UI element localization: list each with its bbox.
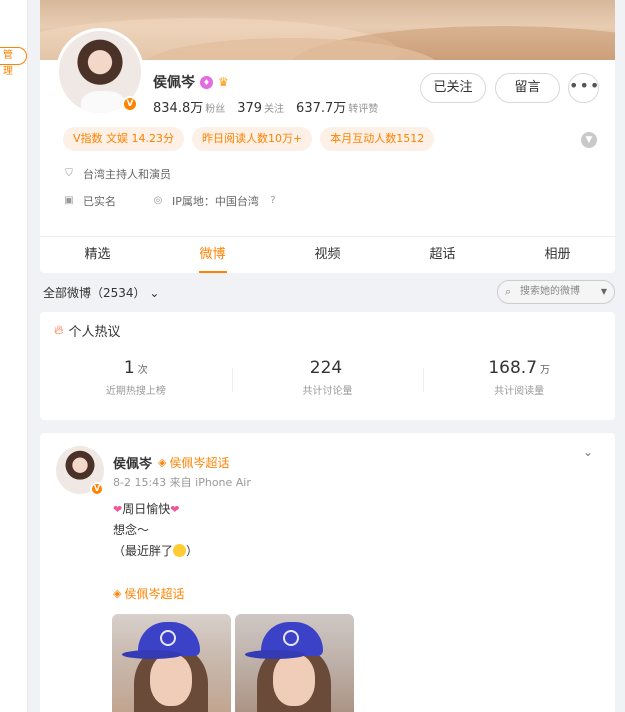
dropdown-arrow-icon[interactable]: ▼ [601,281,607,303]
chaohua-link[interactable]: ◈ 侯佩岑超话 [158,454,229,471]
verified-text: 已实名 [83,195,116,208]
scrollbar[interactable] [615,0,625,712]
chevron-down-icon[interactable]: ⌄ [583,445,593,459]
tab-featured[interactable]: 精选 [40,237,155,273]
help-icon[interactable]: ? [267,195,279,207]
weibo-post: V 侯佩岑 ◈ 侯佩岑超话 8-2 15:43 来自 iPhone Air ⌄ … [40,433,615,712]
stat-fans[interactable]: 834.8万 粉丝 [153,97,225,116]
manage-tag[interactable]: 管理 [0,47,27,77]
profile-pills: V指数 文娱 14.23分 昨日阅读人数10万+ 本月互动人数1512 [63,127,435,151]
left-sidebar: 管理 [0,0,28,712]
emoji-icon [173,544,187,557]
profile-tabs: 精选 微博 视频 超话 相册 [40,236,615,273]
topic-link[interactable]: ◈ 侯佩岑超话 [113,585,184,602]
diamond-icon: ◈ [158,456,167,469]
heat-stat-trending: 1次 近期热搜上榜 [105,358,166,397]
crown-icon[interactable]: ♛ [218,75,231,89]
tab-chaohua[interactable]: 超话 [385,237,500,273]
post-meta[interactable]: 8-2 15:43 来自 iPhone Air [113,474,251,490]
post-photo[interactable] [112,614,231,712]
search-input[interactable]: ⌕ 搜索她的微博 ▼ [497,280,615,304]
pill-reads[interactable]: 昨日阅读人数10万+ [192,127,313,151]
chevron-down-icon: ⌄ [145,286,160,300]
profile-card: V 侯佩岑 ♦ ♛ 834.8万 粉丝 379 关注 637.7万 转评赞 已关注 留… [40,0,615,273]
id-card-icon: ▣ [64,195,74,206]
post-author[interactable]: 侯佩岑 [113,453,152,472]
heart-icon: ❤ [170,503,180,516]
tab-video[interactable]: 视频 [270,237,385,273]
filter-row: 全部微博（2534） ⌄ ⌕ 搜索她的微博 ▼ [40,280,615,306]
ip-text: IP属地：中国台湾 [172,195,259,208]
bio-text: 台湾主持人和演员 [83,168,171,181]
post-text: ❤周日愉快❤ 想念～ （最近胖了） [113,502,199,558]
post-photo[interactable] [235,614,354,712]
tab-weibo[interactable]: 微博 [155,237,270,273]
followed-button[interactable]: 已关注 [420,73,486,103]
bio-row: ⛉ 台湾主持人和演员 [63,166,171,182]
diamond-icon: ◈ [113,587,122,600]
all-weibo-dropdown[interactable]: 全部微博（2534） ⌄ [43,284,159,301]
search-icon: ⌕ [505,285,512,298]
hot-discussion-card: 🔥︎ 个人热议 1次 近期热搜上榜 224 共计讨论量 168.7 万 共计阅读量 [40,312,615,420]
profile-stats: 834.8万 粉丝 379 关注 637.7万 转评赞 [153,97,378,116]
more-dots-icon[interactable]: ••• [568,73,599,103]
flame-icon: 🔥︎ [54,323,64,338]
verified-badge-icon: V [90,482,104,496]
heart-icon: ❤ [113,503,123,516]
heat-stat-discussion: 224 共计讨论量 [231,358,424,397]
member-icon[interactable]: ♦ [200,75,213,89]
pill-interactions[interactable]: 本月互动人数1512 [320,127,435,151]
stat-following[interactable]: 379 关注 [237,97,284,116]
chevron-down-icon[interactable]: ▼ [581,132,597,148]
profile-name: 侯佩岑 [153,75,195,91]
meta-row: ▣ 已实名 ◎ IP属地：中国台湾 ? [63,193,279,209]
stat-interactions: 637.7万 转评赞 [296,101,379,116]
location-icon: ◎ [153,195,163,206]
hot-discussion-title: 个人热议 [68,325,121,340]
message-button[interactable]: 留言 [495,73,560,103]
tab-album[interactable]: 相册 [500,237,615,273]
shield-icon: ⛉ [65,168,73,179]
pill-v-index[interactable]: V指数 文娱 14.23分 [63,127,185,151]
verified-badge-icon: V [122,96,138,112]
heat-stat-reads: 168.7 万 共计阅读量 [423,358,615,397]
